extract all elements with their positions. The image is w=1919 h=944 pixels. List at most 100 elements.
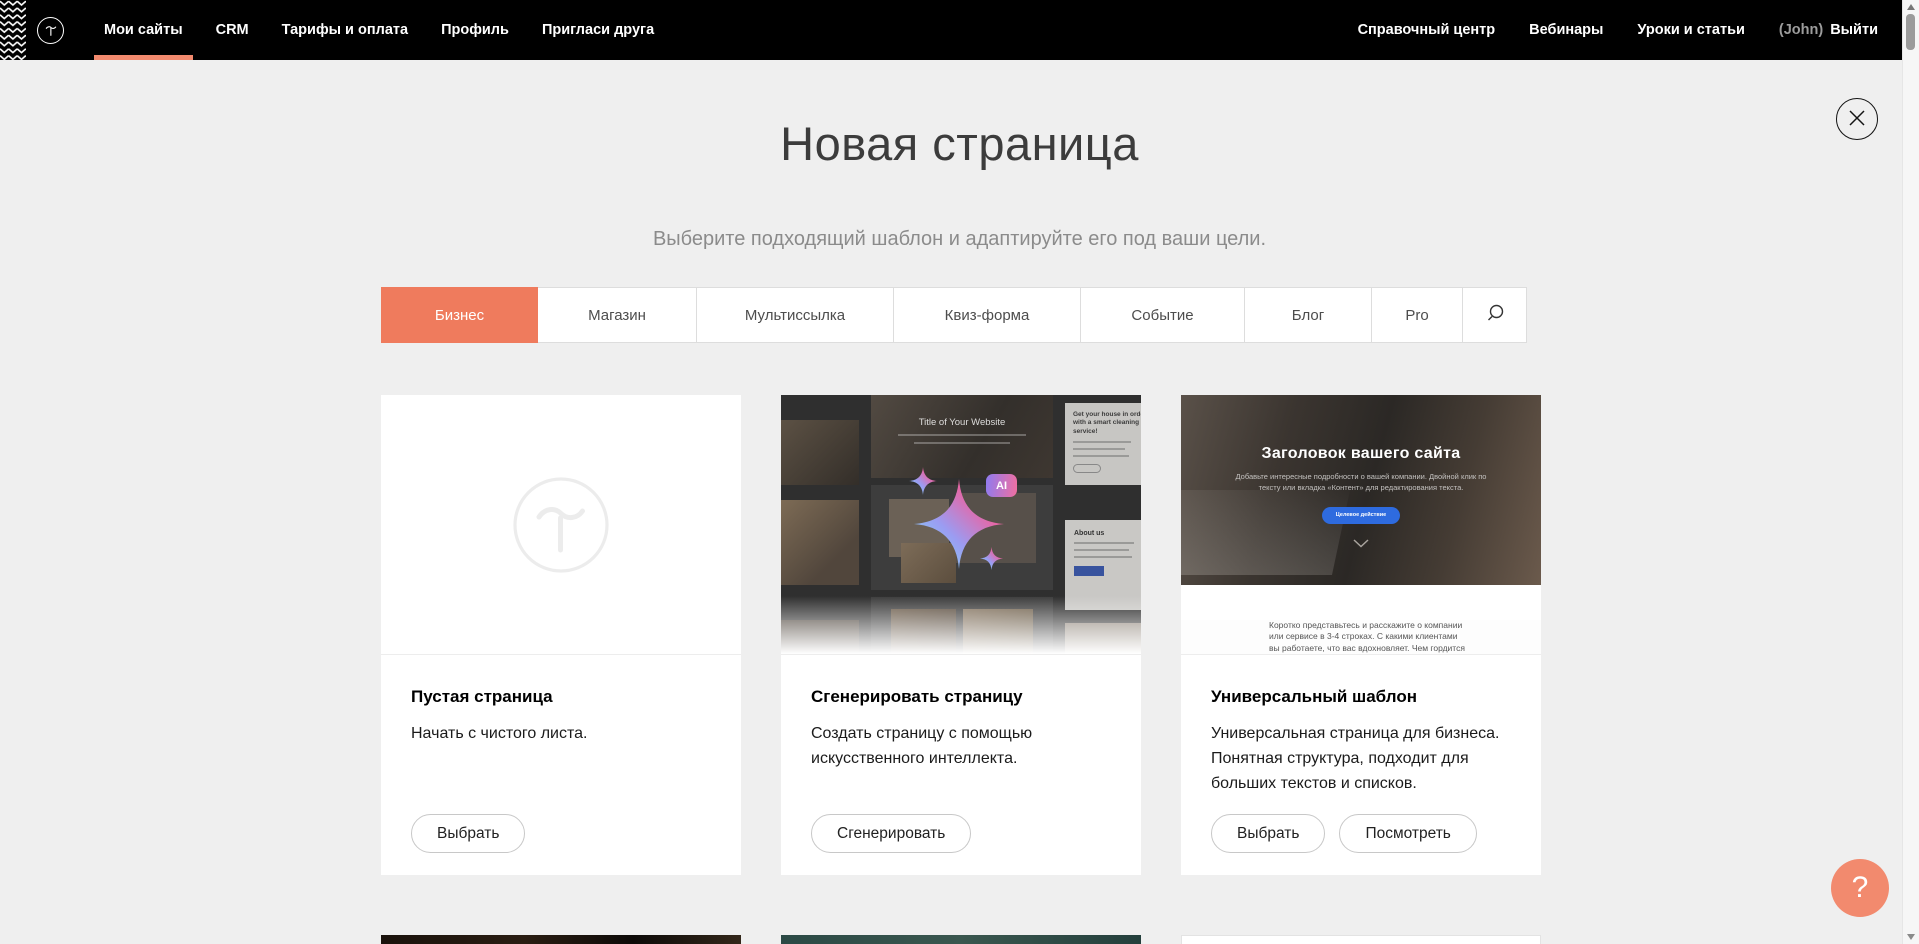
generate-button[interactable]: Сгенерировать [811,814,971,853]
zigzag-pattern-icon [0,0,26,60]
template-card-partial[interactable] [1181,935,1541,944]
template-category-tabs: Бизнес Магазин Мультиссылка Квиз-форма С… [381,287,1527,343]
collage-hero-tile: Title of Your Website [871,395,1053,478]
nav-item-profile[interactable]: Профиль [441,0,509,60]
tab-store[interactable]: Магазин [537,287,697,343]
scrollbar-thumb[interactable] [1906,14,1915,50]
nav-item-logout[interactable]: (John) Выйти [1779,0,1878,60]
mini-button [1073,464,1101,473]
help-button[interactable]: ? [1831,859,1889,917]
ai-sparkle-small-icon [980,547,1003,570]
nav-item-label: Вебинары [1529,22,1603,38]
nav-item-label: Справочный центр [1358,22,1496,38]
page-subtitle: Выберите подходящий шаблон и адаптируйте… [0,228,1919,251]
collage-text-tile: Get your house in order with a smart cle… [1065,403,1141,485]
nav-item-webinars[interactable]: Вебинары [1529,0,1603,60]
template-body-section: Коротко представьтесь и расскажите о ком… [1181,620,1541,655]
nav-item-crm[interactable]: CRM [216,0,249,60]
tab-blog[interactable]: Блог [1244,287,1372,343]
collage-about-tile: About us [1065,520,1141,610]
nav-item-label: Профиль [441,22,509,38]
collage-photo-tile [781,420,859,485]
card-body: Универсальный шаблон Универсальная стран… [1181,655,1541,796]
photo [891,609,956,655]
tilda-watermark-icon [513,477,609,578]
chevron-down-icon [1353,539,1369,548]
nav-item-label: Тарифы и оплата [282,22,408,38]
card-description: Создать страницу с помощью искусственног… [811,722,1111,772]
skeleton-line [1073,448,1125,450]
universal-template-preview[interactable]: Заголовок вашего сайта Добавьте интересн… [1181,395,1541,655]
nav-right-menu: Справочный центр Вебинары Уроки и статьи… [1358,0,1902,60]
ai-sparkle-small-icon [909,467,937,495]
collage-photo-tile [1065,623,1141,655]
nav-item-label: CRM [216,22,249,38]
nav-item-tariffs[interactable]: Тарифы и оплата [282,0,408,60]
search-icon [1485,303,1505,327]
tab-quiz-form[interactable]: Квиз-форма [893,287,1081,343]
question-icon: ? [1852,871,1869,905]
collage-photo-tile [781,500,859,585]
template-card-partial[interactable] [781,935,1141,944]
skeleton-line [898,434,1026,436]
ai-generate-preview[interactable]: Title of Your Website Get your house in … [781,395,1141,655]
tab-label: Событие [1131,307,1193,324]
nav-item-label: Мои сайты [104,22,183,38]
nav-item-label: Уроки и статьи [1637,22,1744,38]
card-buttons: Выбрать [411,814,525,853]
card-ai-generate: Title of Your Website Get your house in … [781,395,1141,875]
nav-item-lessons[interactable]: Уроки и статьи [1637,0,1744,60]
scrollbar[interactable] [1902,0,1919,944]
template-hero-title: Заголовок вашего сайта [1181,395,1541,463]
user-name: (John) [1779,22,1823,38]
tab-label: Pro [1405,307,1428,324]
card-body: Пустая страница Начать с чистого листа. [381,655,741,747]
card-buttons: Сгенерировать [811,814,971,853]
tab-search[interactable] [1462,287,1527,343]
card-description: Начать с чистого листа. [411,722,711,747]
template-cards-row-2 [381,935,1541,944]
template-hero-subtitle: Добавьте интересные подробности о вашей … [1230,471,1492,494]
tile-title: Get your house in order with a smart cle… [1073,411,1141,436]
nav-item-label: Пригласи друга [542,22,654,38]
nav-item-invite-friend[interactable]: Пригласи друга [542,0,654,60]
photo [963,609,1033,655]
skeleton-line [1074,556,1132,558]
skeleton-line [1074,542,1134,544]
template-body-text: Коротко представьтесь и расскажите о ком… [1269,620,1469,655]
scrollbar-down-arrow-icon[interactable] [1907,934,1915,940]
tab-business[interactable]: Бизнес [381,287,538,343]
template-card-partial[interactable] [381,935,741,944]
tab-event[interactable]: Событие [1080,287,1245,343]
choose-button[interactable]: Выбрать [1211,814,1325,853]
view-button[interactable]: Посмотреть [1339,814,1476,853]
tab-label: Блог [1292,307,1324,324]
template-cards-row: Пустая страница Начать с чистого листа. … [381,395,1541,875]
ai-badge: AI [986,474,1017,497]
card-blank-page: Пустая страница Начать с чистого листа. … [381,395,741,875]
skeleton-line [1073,441,1131,443]
tab-label: Магазин [588,307,646,324]
card-title: Сгенерировать страницу [811,687,1111,707]
template-cta-button: Целевое действие [1322,507,1400,524]
nav-item-help-center[interactable]: Справочный центр [1358,0,1496,60]
blank-page-preview [381,395,741,655]
page-title: Новая страница [0,116,1919,171]
tab-pro[interactable]: Pro [1371,287,1463,343]
nav-item-my-sites[interactable]: Мои сайты [104,0,183,60]
mini-button [1074,566,1104,576]
tab-label: Бизнес [435,307,484,324]
nav-left-menu: Мои сайты CRM Тарифы и оплата Профиль Пр… [104,0,654,60]
tab-label: Мультиссылка [745,307,845,324]
choose-button[interactable]: Выбрать [411,814,525,853]
tilda-logo-icon[interactable] [37,17,64,44]
card-body: Сгенерировать страницу Создать страницу … [781,655,1141,772]
scrollbar-up-arrow-icon[interactable] [1907,4,1915,10]
tilda-new-page-screen: Мои сайты CRM Тарифы и оплата Профиль Пр… [0,0,1919,944]
logout-label: Выйти [1830,22,1878,38]
tab-multilink[interactable]: Мультиссылка [696,287,894,343]
card-universal-template: Заголовок вашего сайта Добавьте интересн… [1181,395,1541,875]
card-title: Пустая страница [411,687,711,707]
collage-hero-title: Title of Your Website [871,395,1053,428]
skeleton-line [914,442,1010,444]
